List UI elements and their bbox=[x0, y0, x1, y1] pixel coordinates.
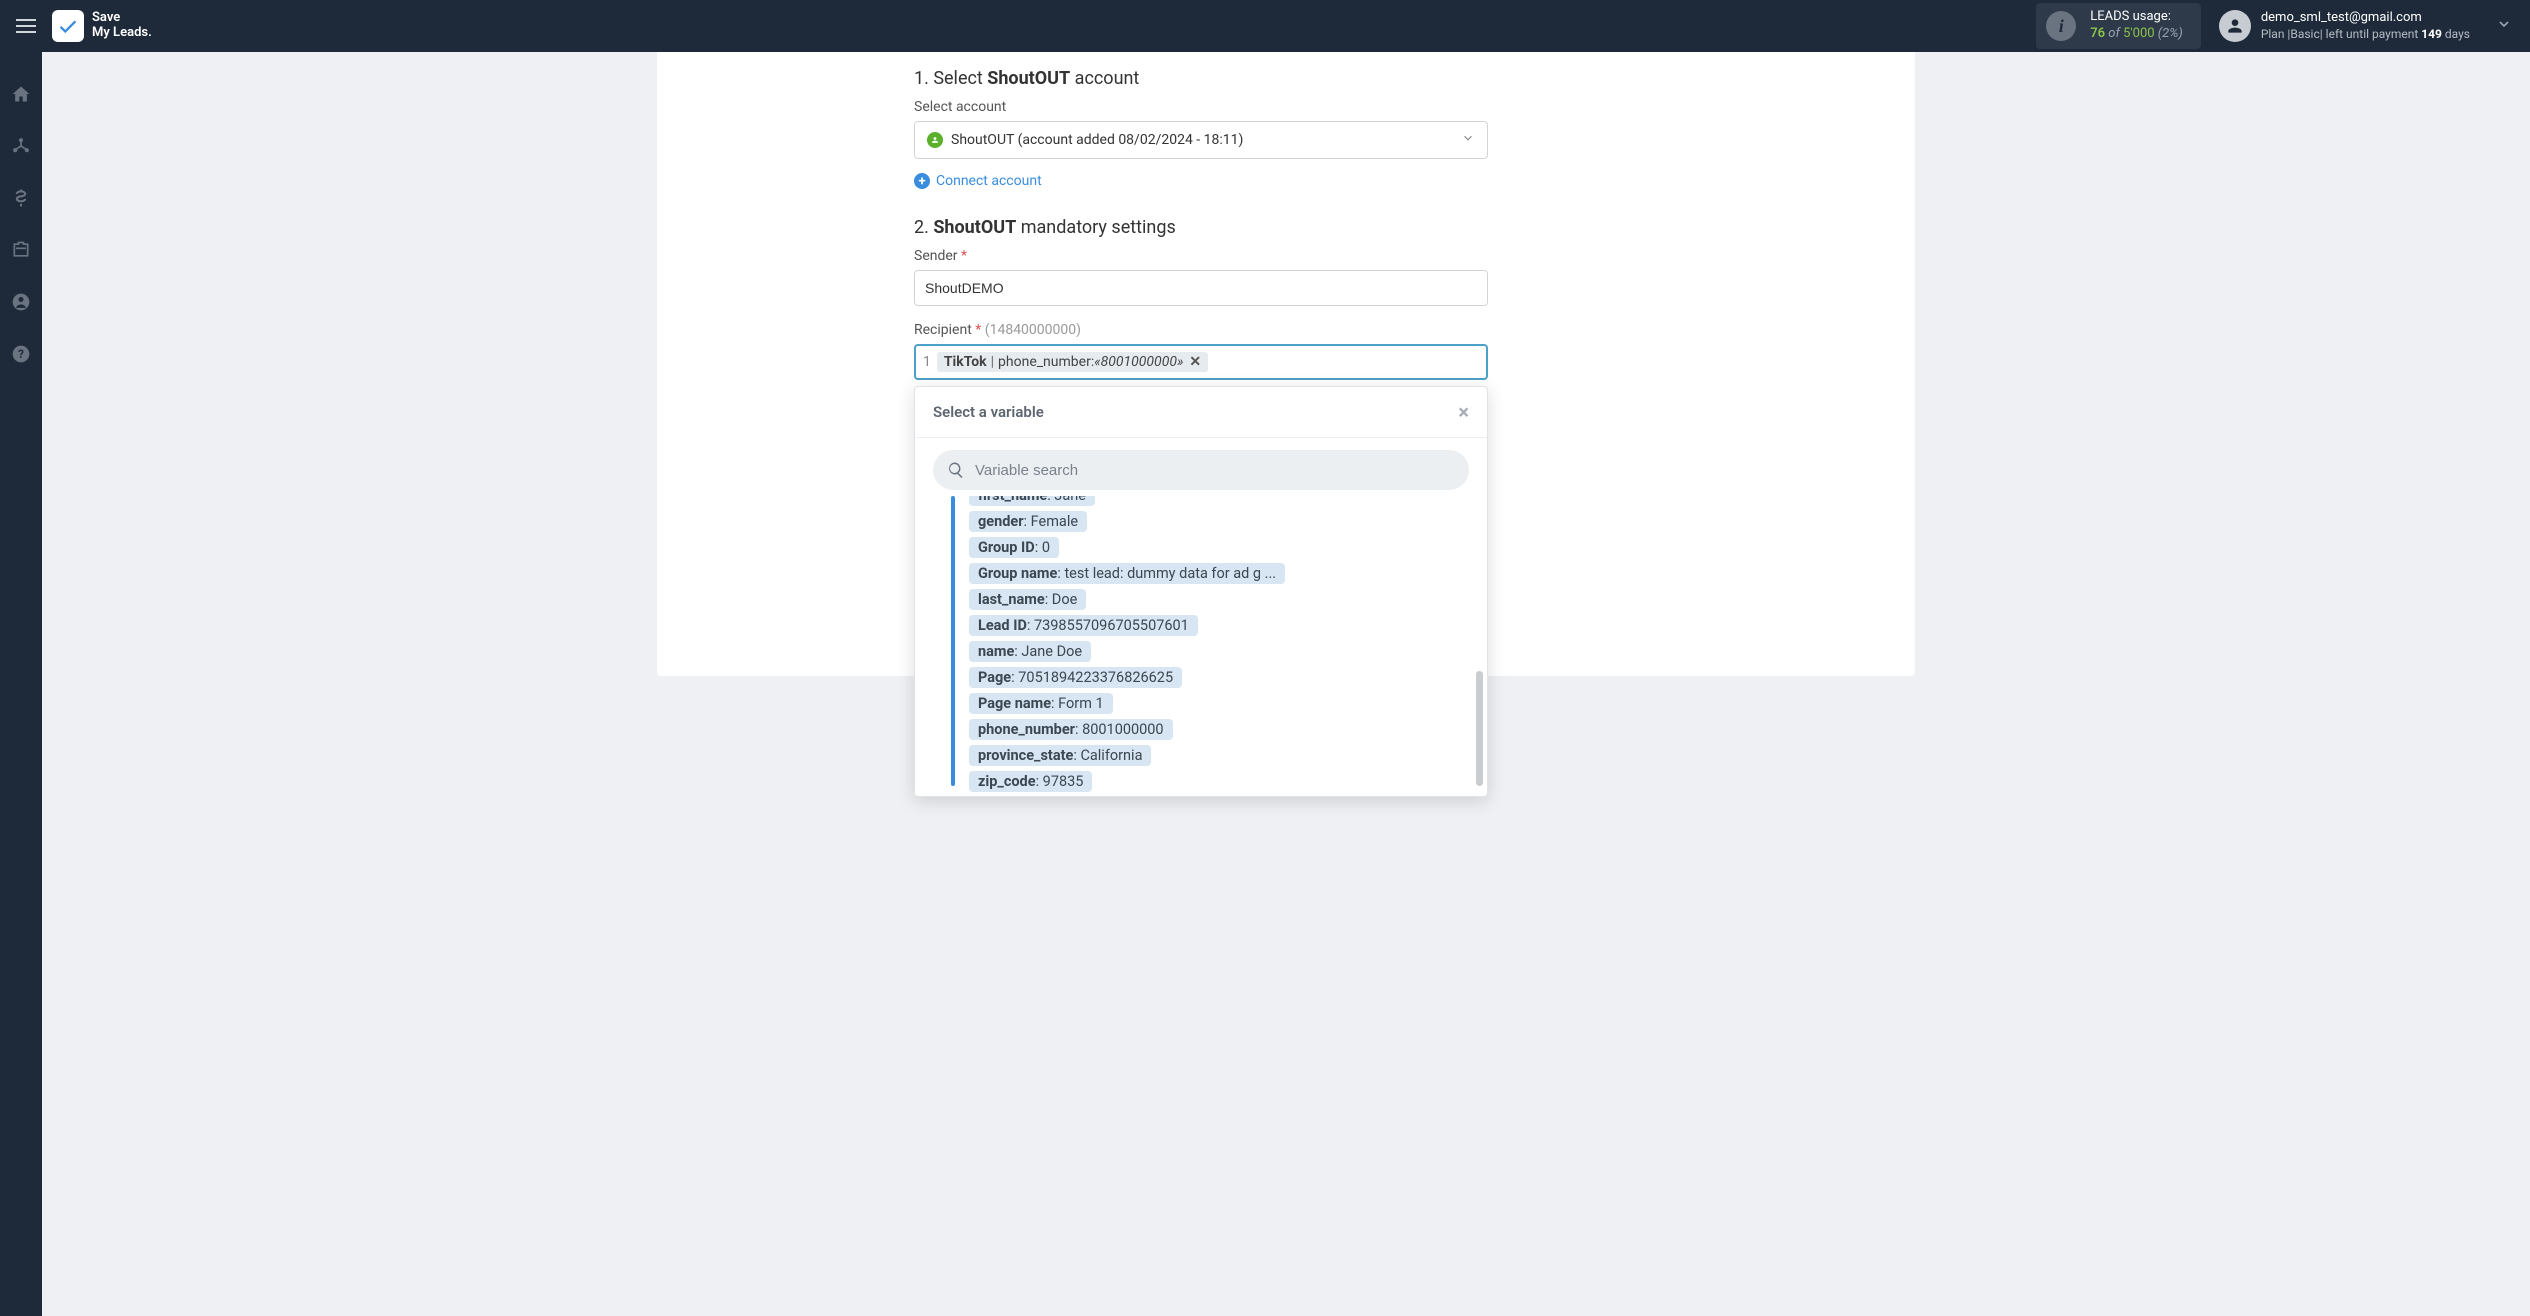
sender-label: Sender * bbox=[914, 248, 1488, 264]
section2-title: 2. ShoutOUT mandatory settings bbox=[914, 217, 1488, 238]
variable-list: first_name: Jane gender: Female Group ID… bbox=[959, 496, 1473, 792]
app-header: SaveMy Leads. i LEADS usage: 76 of 5'000… bbox=[0, 0, 2530, 52]
account-select[interactable]: ShoutOUT (account added 08/02/2024 - 18:… bbox=[914, 121, 1488, 159]
variable-option[interactable]: Group name: test lead: dummy data for ad… bbox=[969, 563, 1285, 584]
svg-text:?: ? bbox=[18, 347, 24, 361]
usage-label: LEADS usage: bbox=[2090, 9, 2183, 26]
section1-title: 1. Select ShoutOUT account bbox=[914, 68, 1488, 89]
avatar-icon bbox=[2219, 10, 2251, 42]
select-account-label: Select account bbox=[914, 99, 1488, 115]
user-email: demo_sml_test@gmail.com bbox=[2261, 10, 2470, 27]
menu-toggle-button[interactable] bbox=[12, 12, 40, 40]
sidebar: ? bbox=[0, 52, 42, 1316]
group-indicator-bar bbox=[951, 496, 955, 786]
sidebar-briefcase[interactable] bbox=[7, 236, 35, 264]
logo-icon bbox=[52, 10, 84, 42]
recipient-variable-tag: TikTok|phone_number: «8001000000» ✕ bbox=[937, 352, 1208, 372]
variable-option[interactable]: Lead ID: 7398557096705507601 bbox=[969, 615, 1198, 636]
usage-values: 76 of 5'000 (2%) bbox=[2090, 26, 2183, 43]
variable-option[interactable]: name: Jane Doe bbox=[969, 641, 1091, 662]
info-icon: i bbox=[2046, 11, 2076, 41]
variable-option[interactable]: Page: 7051894223376826625 bbox=[969, 667, 1182, 688]
recipient-label: Recipient * (14840000000) bbox=[914, 322, 1488, 338]
user-menu[interactable]: demo_sml_test@gmail.com Plan |Basic| lef… bbox=[2219, 10, 2470, 42]
variable-option[interactable]: Page name: Form 1 bbox=[969, 693, 1113, 714]
sidebar-help[interactable]: ? bbox=[7, 340, 35, 368]
variable-option[interactable]: first_name: Jane bbox=[969, 496, 1095, 506]
account-select-value: ShoutOUT (account added 08/02/2024 - 18:… bbox=[951, 132, 1243, 148]
plus-circle-icon: + bbox=[914, 173, 930, 189]
header-chevron-down-icon[interactable] bbox=[2490, 10, 2518, 42]
sender-input[interactable] bbox=[914, 270, 1488, 306]
user-plan: Plan |Basic| left until payment 149 days bbox=[2261, 27, 2470, 43]
account-status-icon bbox=[927, 132, 943, 148]
main-content: 1. Select ShoutOUT account Select accoun… bbox=[42, 52, 2530, 676]
settings-card: 1. Select ShoutOUT account Select accoun… bbox=[657, 52, 1915, 676]
variable-search-box[interactable] bbox=[933, 450, 1469, 490]
search-icon bbox=[947, 461, 965, 479]
variable-dropdown: Select a variable × first_name: Jane gen… bbox=[914, 386, 1488, 797]
line-number: 1 bbox=[923, 354, 931, 370]
leads-usage-panel: i LEADS usage: 76 of 5'000 (2%) bbox=[2036, 3, 2201, 49]
sidebar-billing[interactable] bbox=[7, 184, 35, 212]
connect-account-link[interactable]: + Connect account bbox=[914, 173, 1488, 189]
dropdown-close-button[interactable]: × bbox=[1458, 400, 1469, 424]
remove-tag-button[interactable]: ✕ bbox=[1189, 354, 1201, 370]
dropdown-scrollbar[interactable] bbox=[1476, 671, 1483, 786]
recipient-input[interactable]: 1 TikTok|phone_number: «8001000000» ✕ bbox=[914, 344, 1488, 380]
variable-option[interactable]: province_state: California bbox=[969, 745, 1151, 766]
variable-option[interactable]: zip_code: 97835 bbox=[969, 771, 1092, 792]
variable-option[interactable]: last_name: Doe bbox=[969, 589, 1086, 610]
sidebar-account[interactable] bbox=[7, 288, 35, 316]
logo[interactable]: SaveMy Leads. bbox=[52, 10, 152, 42]
connect-account-label: Connect account bbox=[936, 173, 1042, 189]
variable-option[interactable]: phone_number: 8001000000 bbox=[969, 719, 1173, 740]
dropdown-title: Select a variable bbox=[933, 403, 1044, 421]
sidebar-home[interactable] bbox=[7, 80, 35, 108]
variable-option[interactable]: gender: Female bbox=[969, 511, 1087, 532]
sidebar-connections[interactable] bbox=[7, 132, 35, 160]
variable-option[interactable]: Group ID: 0 bbox=[969, 537, 1059, 558]
variable-search-input[interactable] bbox=[975, 462, 1455, 479]
logo-text: SaveMy Leads. bbox=[92, 11, 152, 41]
chevron-down-icon bbox=[1461, 131, 1475, 149]
